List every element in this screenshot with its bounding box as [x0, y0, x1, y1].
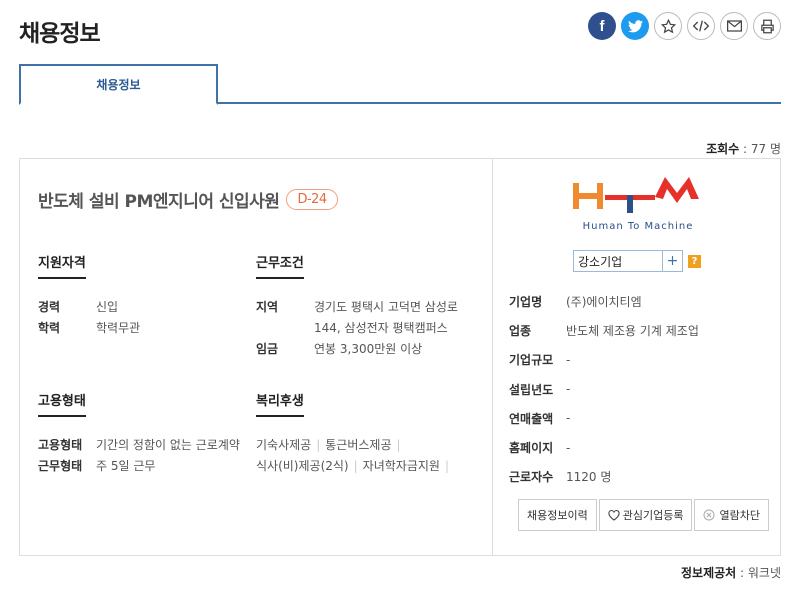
employment-section: 고용형태 고용형태 기간의 정함이 없는 근로계약 근무형태 주 5일 근무 [38, 390, 240, 477]
embed-button[interactable] [687, 12, 715, 40]
company-info-row: 홈페이지 - [509, 433, 699, 462]
favorite-button[interactable] [654, 12, 682, 40]
tab-job-info[interactable]: 채용정보 [19, 64, 218, 105]
row-value: 경기도 평택시 고덕면 삼성로 144, 삼성전자 평택캠퍼스 [314, 297, 458, 339]
company-info-row: 연매출액 - [509, 404, 699, 433]
company-panel: Human To Machine 강소기업 + ? 기업명 (주)에이치티엠 업종… [493, 159, 780, 555]
job-summary: 반도체 설비 PM엔지니어 신입사원 D-24 지원자격 경력 신입 학력 학력무관… [20, 159, 493, 555]
welfare-line: 기숙사제공 | 통근버스제공 | [256, 438, 401, 452]
row-key: 근무형태 [38, 459, 83, 473]
help-icon[interactable]: ? [688, 254, 701, 268]
welfare-item: 기숙사제공 [256, 438, 312, 452]
welfare-item: 식사(비)제공(2식) [256, 459, 349, 473]
employment-row: 고용형태 기간의 정함이 없는 근로계약 [38, 435, 240, 456]
welfare-item: 자녀학자금지원 [362, 459, 440, 473]
view-count-value: 77 명 [750, 142, 781, 156]
heart-icon [608, 509, 620, 521]
tab-bar: 채용정보 [19, 64, 781, 105]
info-value: (주)에이치티엠 [566, 295, 642, 310]
company-actions: 채용정보이력 관심기업등록 열람차단 [518, 499, 769, 531]
logo-text: Human To Machine [583, 221, 694, 232]
qualification-heading: 지원자격 [38, 252, 86, 279]
conditions-row: 임금 연봉 3,300만원 이상 [256, 339, 458, 360]
twitter-icon [627, 19, 643, 32]
welfare-heading: 복리후생 [256, 390, 304, 417]
star-icon [660, 18, 676, 33]
qualification-row: 학력 학력무관 [38, 318, 140, 339]
info-value: - [566, 382, 571, 397]
info-value: 반도체 제조용 기계 제조업 [566, 324, 699, 339]
code-icon [693, 20, 709, 32]
job-title: 반도체 설비 PM엔지니어 신입사원 [38, 192, 280, 212]
info-key: 기업규모 [509, 353, 554, 368]
welfare-section: 복리후생 기숙사제공 | 통근버스제공 | 식사(비)제공(2식) | 자녀학자금지원 | [256, 390, 454, 477]
company-info-row: 설립년도 - [509, 375, 699, 404]
print-button[interactable] [753, 12, 781, 40]
row-key: 학력 [38, 321, 61, 335]
info-key: 기업명 [509, 295, 543, 310]
job-history-button[interactable]: 채용정보이력 [518, 499, 597, 531]
block-view-button[interactable]: 열람차단 [694, 499, 769, 531]
job-detail-card: 반도체 설비 PM엔지니어 신입사원 D-24 지원자격 경력 신입 학력 학력무관… [19, 158, 781, 556]
dday-badge: D-24 [286, 189, 338, 210]
small-giant-badge: 강소기업 + ? [573, 250, 701, 272]
qualification-section: 지원자격 경력 신입 학력 학력무관 [38, 252, 140, 339]
row-value: 연봉 3,300만원 이상 [314, 342, 423, 356]
row-key: 지역 [256, 300, 279, 314]
block-label: 열람차단 [719, 509, 760, 522]
row-value: 주 5일 근무 [96, 459, 156, 473]
block-icon [703, 509, 715, 521]
email-button[interactable] [720, 12, 748, 40]
mail-icon [726, 20, 742, 32]
row-value: 기간의 정함이 없는 근로계약 [96, 438, 240, 452]
row-key: 고용형태 [38, 438, 83, 452]
row-value: 학력무관 [96, 321, 141, 335]
facebook-icon: f [599, 17, 605, 35]
company-info-row: 기업명 (주)에이치티엠 [509, 287, 699, 316]
info-key: 업종 [509, 324, 532, 339]
facebook-share-button[interactable]: f [588, 12, 616, 40]
employment-row: 근무형태 주 5일 근무 [38, 456, 240, 477]
plus-icon[interactable]: + [662, 251, 682, 271]
company-info-row: 근로자수 1120 명 [509, 462, 699, 491]
page-title: 채용정보 [19, 21, 101, 47]
info-key: 근로자수 [509, 470, 554, 485]
info-key: 설립년도 [509, 382, 554, 397]
info-value: - [566, 411, 571, 426]
row-value: 신입 [96, 300, 119, 314]
info-key: 연매출액 [509, 411, 554, 426]
company-info-row: 기업규모 - [509, 345, 699, 374]
interest-label: 관심기업등록 [622, 509, 684, 522]
info-source: 정보제공처 : 워크넷 [681, 566, 781, 580]
info-value: - [566, 440, 571, 455]
view-count-label: 조회수 [706, 142, 740, 156]
conditions-section: 근무조건 지역 경기도 평택시 고덕면 삼성로 144, 삼성전자 평택캠퍼스 임금… [256, 252, 458, 360]
interest-company-button[interactable]: 관심기업등록 [598, 499, 693, 531]
view-count: 조회수 : 77 명 [706, 142, 781, 156]
source-label: 정보제공처 [681, 566, 737, 580]
qualification-row: 경력 신입 [38, 297, 140, 318]
company-info: 기업명 (주)에이치티엠 업종 반도체 제조용 기계 제조업 기업규모 - 설립년도 -… [509, 287, 699, 491]
conditions-heading: 근무조건 [256, 252, 304, 279]
small-giant-label: 강소기업 [578, 254, 623, 269]
small-giant-box[interactable]: 강소기업 + [573, 250, 683, 272]
info-key: 홈페이지 [509, 441, 554, 456]
address-line-2: 144, 삼성전자 평택캠퍼스 [314, 321, 448, 335]
twitter-share-button[interactable] [621, 12, 649, 40]
address-line-1: 경기도 평택시 고덕면 삼성로 [314, 300, 458, 314]
share-toolbar: f [588, 12, 781, 40]
row-key: 경력 [38, 300, 61, 314]
welfare-line: 식사(비)제공(2식) | 자녀학자금지원 | [256, 459, 449, 473]
job-title-row: 반도체 설비 PM엔지니어 신입사원 D-24 [38, 187, 338, 212]
conditions-row: 지역 경기도 평택시 고덕면 삼성로 144, 삼성전자 평택캠퍼스 [256, 297, 458, 339]
source-value: 워크넷 [747, 566, 781, 580]
info-value: - [566, 352, 571, 367]
row-key: 임금 [256, 342, 279, 356]
info-value: 1120 명 [566, 470, 612, 485]
company-info-row: 업종 반도체 제조용 기계 제조업 [509, 316, 699, 345]
welfare-item: 통근버스제공 [325, 438, 392, 452]
printer-icon [760, 19, 774, 33]
employment-heading: 고용형태 [38, 390, 86, 417]
company-logo: Human To Machine [553, 173, 723, 233]
